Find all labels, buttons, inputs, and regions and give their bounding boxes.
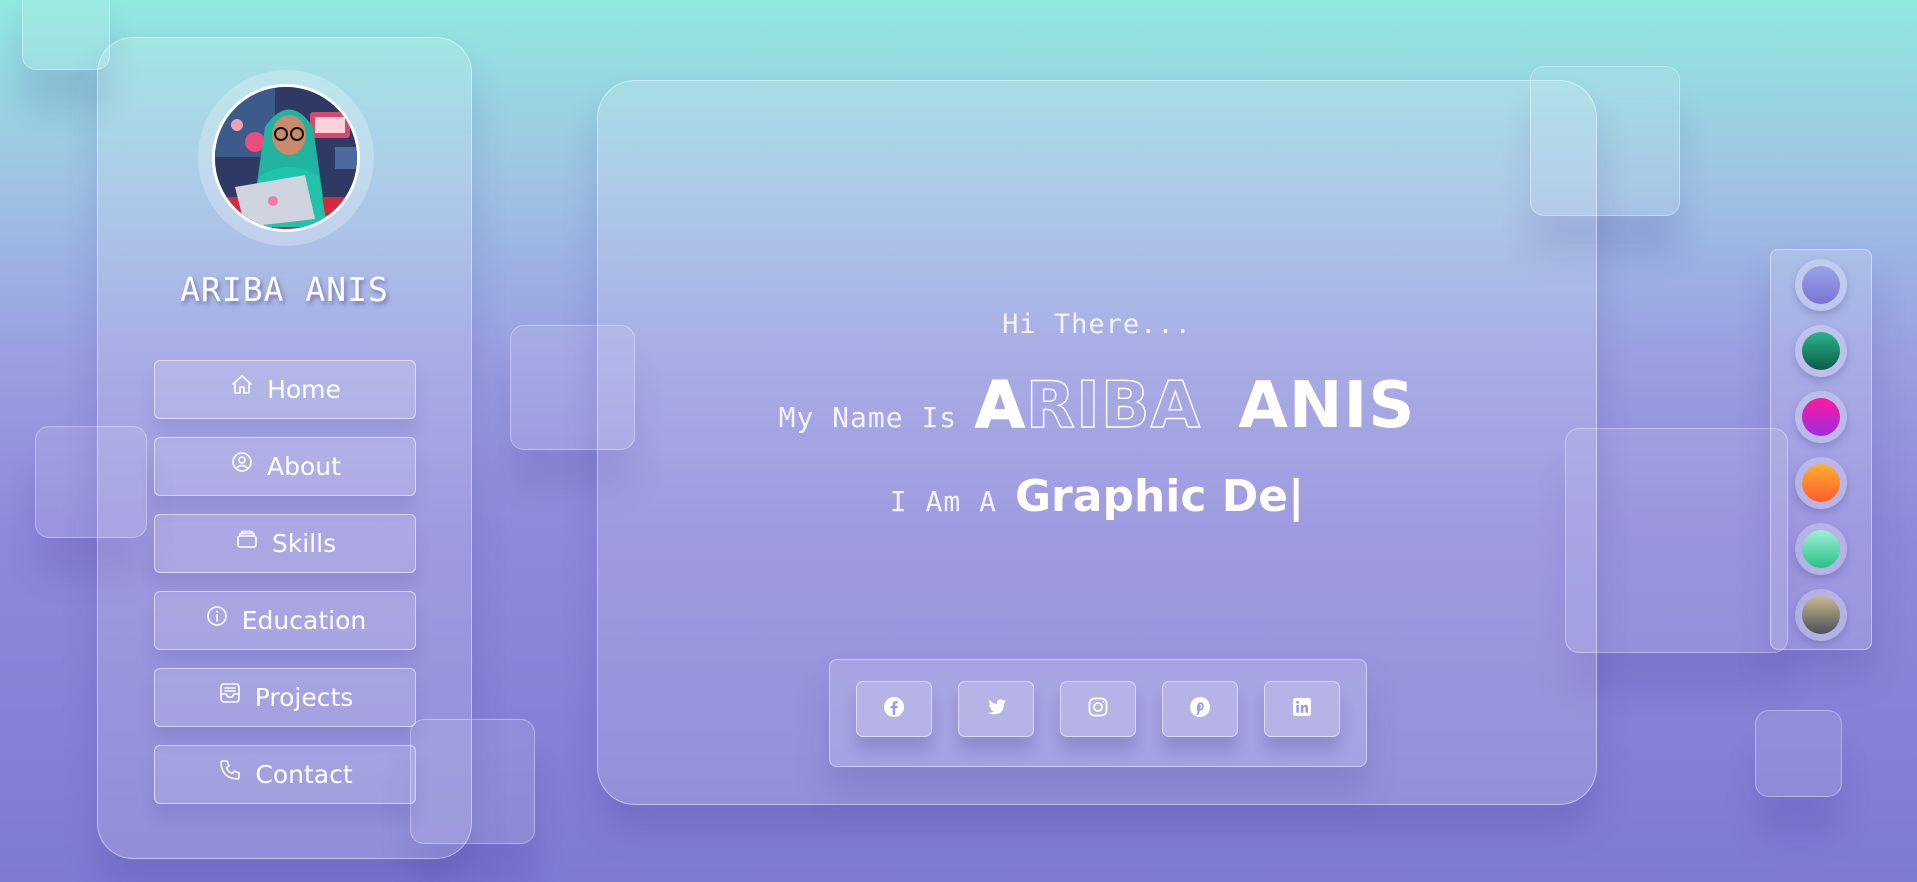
pinterest-button[interactable] bbox=[1162, 681, 1238, 737]
nav-item-home[interactable]: Home bbox=[154, 360, 416, 419]
hero-card: Hi There... My Name Is ARIBA ARIBA ANIS … bbox=[597, 80, 1597, 805]
typing-cursor: | bbox=[1288, 471, 1305, 522]
theme-swatch-mint bbox=[1802, 529, 1840, 568]
instagram-button[interactable] bbox=[1060, 681, 1136, 737]
profile-name: ARIBA ANIS bbox=[180, 270, 389, 309]
facebook-button[interactable] bbox=[856, 681, 932, 737]
theme-swatch[interactable] bbox=[1795, 258, 1847, 311]
avatar-ring bbox=[198, 70, 374, 246]
social-bar bbox=[829, 659, 1367, 767]
nav-item-projects[interactable]: Projects bbox=[154, 668, 416, 727]
user-circle-icon bbox=[229, 450, 255, 476]
facebook-icon bbox=[882, 695, 906, 723]
theme-swatch[interactable] bbox=[1795, 324, 1847, 377]
greeting-text: Hi There... bbox=[1002, 309, 1192, 340]
hero-name-first-fill: ARIBA bbox=[975, 369, 1027, 443]
nav-item-skills[interactable]: Skills bbox=[154, 514, 416, 573]
theme-swatch[interactable] bbox=[1795, 390, 1847, 443]
decorative-square bbox=[1565, 428, 1788, 653]
sidebar: ARIBA ANIS Home About Skills Education P… bbox=[97, 37, 472, 859]
home-icon bbox=[229, 373, 255, 399]
phone-icon bbox=[217, 758, 243, 784]
layers-icon bbox=[234, 527, 260, 553]
theme-swatch-periwinkle bbox=[1802, 265, 1840, 304]
theme-swatch-magenta bbox=[1802, 397, 1840, 436]
hero-name: ARIBA ARIBA ANIS bbox=[974, 368, 1416, 443]
decorative-square bbox=[1755, 710, 1842, 797]
nav-label: About bbox=[267, 452, 341, 481]
nav-item-about[interactable]: About bbox=[154, 437, 416, 496]
name-line: My Name Is ARIBA ARIBA ANIS bbox=[598, 368, 1596, 443]
pinterest-icon bbox=[1188, 695, 1212, 723]
twitter-button[interactable] bbox=[958, 681, 1034, 737]
nav-label: Projects bbox=[254, 683, 354, 712]
linkedin-button[interactable] bbox=[1264, 681, 1340, 737]
theme-swatch-orange bbox=[1802, 463, 1840, 502]
nav-label: Contact bbox=[255, 760, 353, 789]
theme-swatch-emerald bbox=[1802, 331, 1840, 370]
nav-label: Home bbox=[267, 375, 341, 404]
role-line: I Am A Graphic De| bbox=[598, 471, 1596, 522]
nav-item-education[interactable]: Education bbox=[154, 591, 416, 650]
linkedin-icon bbox=[1290, 695, 1314, 723]
hero-name-last: ANIS bbox=[1238, 369, 1416, 443]
nav-label: Education bbox=[241, 606, 367, 635]
name-prefix: My Name Is bbox=[778, 401, 958, 434]
theme-swatch[interactable] bbox=[1795, 456, 1847, 509]
nav-menu: Home About Skills Education Projects Con… bbox=[154, 360, 416, 822]
twitter-icon bbox=[984, 695, 1008, 723]
role-prefix: I Am A bbox=[889, 485, 997, 518]
info-icon bbox=[204, 604, 230, 630]
typed-role: Graphic De bbox=[1014, 471, 1289, 522]
theme-swatch[interactable] bbox=[1795, 588, 1847, 641]
theme-swatch[interactable] bbox=[1795, 522, 1847, 575]
nav-item-contact[interactable]: Contact bbox=[154, 745, 416, 804]
theme-swatch-sepia bbox=[1802, 595, 1840, 634]
nav-label: Skills bbox=[271, 529, 337, 558]
theme-color-picker bbox=[1770, 249, 1872, 650]
decorative-square bbox=[22, 0, 110, 70]
instagram-icon bbox=[1086, 695, 1110, 723]
inbox-icon bbox=[217, 681, 243, 707]
avatar bbox=[212, 84, 360, 232]
